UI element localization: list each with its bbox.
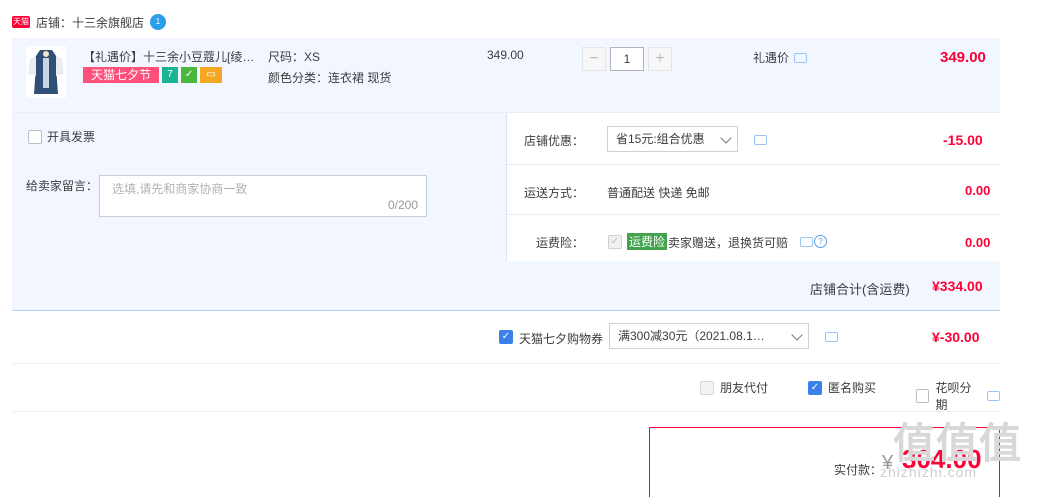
invoice-check-box[interactable] xyxy=(28,129,42,144)
gift-price-label: 礼遇价 xyxy=(753,51,790,65)
freight-insurance-label: 运费险： xyxy=(535,236,584,250)
order-options-panel: 开具发票 给卖家留言： 选填,请先和商家协商一致 0/200 店铺优惠： 省15… xyxy=(12,113,1000,311)
message-label: 给卖家留言： xyxy=(26,179,99,193)
invoice-label: 开具发票 xyxy=(47,130,96,144)
shop-subtotal-value: ¥334.00 xyxy=(932,278,983,294)
shop-subtotal-label: 店铺合计(含运费) xyxy=(810,282,910,297)
platform-coupon-row: ✓ 天猫七夕购物券 满300减30元（2021.08.1… ¥-30.00 xyxy=(12,311,1000,364)
quantity-stepper: − 1 + xyxy=(582,47,672,71)
huabei-label: 花呗分期 xyxy=(935,381,972,412)
shop-discount-label: 店铺优惠： xyxy=(523,134,584,148)
comment-icon[interactable] xyxy=(800,237,813,247)
message-placeholder: 选填,请先和商家协商一致 xyxy=(112,182,248,196)
shipping-method: 普通配送 快递 免邮 xyxy=(607,186,710,200)
qty-plus-button[interactable]: + xyxy=(648,47,672,71)
comment-icon[interactable] xyxy=(987,391,1000,401)
friend-pay-label: 朋友代付 xyxy=(720,381,769,395)
coupon-value: 满300减30元（2021.08.1… xyxy=(618,329,765,343)
order-item-row: 【礼遇价】十三余小豆蔻儿[绫… 天猫七夕节 7 ✓ ▭ 尺码：XS 颜色分类：连… xyxy=(12,38,1000,113)
huabei-option[interactable]: 花呗分期 xyxy=(916,379,1000,413)
freight-insurance-amount: 0.00 xyxy=(965,235,991,250)
shop-name-link[interactable]: 店铺：十三余旗舰店 xyxy=(36,14,144,31)
shop-discount-value: 省15元:组合优惠 xyxy=(616,132,705,146)
qty-input[interactable]: 1 xyxy=(610,47,644,71)
qty-minus-button[interactable]: − xyxy=(582,47,606,71)
item-total-price: 349.00 xyxy=(940,49,986,66)
product-thumbnail[interactable] xyxy=(26,46,66,98)
coupon-amount: ¥-30.00 xyxy=(932,329,980,345)
guarantee-icon[interactable]: ✓ xyxy=(181,67,198,83)
product-title-link[interactable]: 【礼遇价】十三余小豆蔻儿[绫… xyxy=(83,48,263,65)
payment-options-row: 朋友代付 ✓ 匿名购买 花呗分期 xyxy=(12,363,1000,412)
message-char-count: 0/200 xyxy=(387,198,418,212)
shop-header: 天猫 店铺：十三余旗舰店 1 xyxy=(12,12,167,32)
sku-size: 尺码：XS xyxy=(268,50,321,64)
comment-icon[interactable] xyxy=(794,52,808,63)
freight-insurance-checkbox[interactable]: ✓ xyxy=(608,235,622,249)
unit-price: 349.00 xyxy=(487,48,524,62)
shop-discount-select[interactable]: 省15元:组合优惠 xyxy=(607,126,738,152)
coupon-select[interactable]: 满300减30元（2021.08.1… xyxy=(609,323,809,349)
wangwang-chat-icon[interactable]: 1 xyxy=(150,14,167,30)
watermark-logo: 值值值 xyxy=(893,420,1023,467)
seven-day-return-icon[interactable]: 7 xyxy=(162,67,179,83)
gift-price-info: 礼遇价 xyxy=(753,49,808,66)
comment-icon[interactable] xyxy=(754,135,767,145)
chevron-down-icon xyxy=(791,329,803,341)
freight-insurance-desc: 卖家赠送，退换货可赔 xyxy=(668,236,789,250)
help-question-icon[interactable]: ? xyxy=(814,235,827,248)
freight-insurance-tag: 运费险 xyxy=(627,233,668,250)
watermark-url: zhizhizhi.com xyxy=(880,464,978,480)
anonymous-option[interactable]: ✓ 匿名购买 xyxy=(808,379,876,396)
festival-tag: 天猫七夕节 xyxy=(83,67,160,83)
sku-color: 颜色分类：连衣裙 现货 xyxy=(268,71,392,85)
product-badges: 天猫七夕节 7 ✓ ▭ xyxy=(83,67,223,83)
huabei-checkbox[interactable] xyxy=(916,389,930,403)
shop-discount-amount: -15.00 xyxy=(943,132,983,148)
invoice-checkbox[interactable]: 开具发票 xyxy=(28,128,95,145)
shipping-label: 运送方式： xyxy=(523,186,584,200)
row-divider xyxy=(507,164,1000,165)
payment-label: 实付款： xyxy=(834,463,883,477)
anonymous-checkbox[interactable]: ✓ xyxy=(808,380,822,395)
friend-pay-checkbox[interactable] xyxy=(700,380,714,395)
chevron-down-icon xyxy=(720,132,732,144)
coupon-checkbox[interactable]: ✓ xyxy=(499,330,513,344)
anonymous-label: 匿名购买 xyxy=(828,381,877,395)
comment-icon[interactable] xyxy=(825,332,838,342)
coupon-label: 天猫七夕购物券 xyxy=(519,332,604,346)
tmall-logo-icon: 天猫 xyxy=(12,16,30,28)
seller-message-input[interactable]: 选填,请先和商家协商一致 0/200 xyxy=(99,175,427,217)
row-divider xyxy=(507,214,1000,215)
friend-pay-option[interactable]: 朋友代付 xyxy=(700,379,768,396)
credit-card-icon[interactable]: ▭ xyxy=(200,67,223,83)
shipping-amount: 0.00 xyxy=(965,183,991,198)
